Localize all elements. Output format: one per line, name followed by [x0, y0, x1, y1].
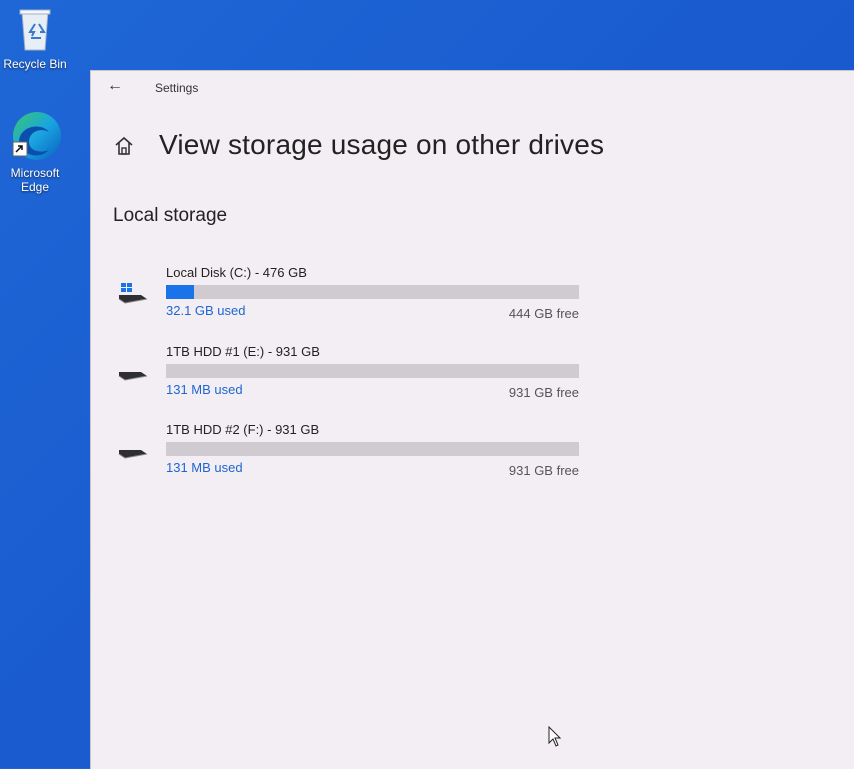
used-space: 32.1 GB used	[166, 303, 246, 318]
back-arrow-icon[interactable]: ←	[107, 77, 123, 95]
used-space: 131 MB used	[166, 382, 243, 397]
edge-label: Microsoft Edge	[10, 166, 60, 194]
hard-drive-icon	[117, 440, 149, 469]
free-space: 931 GB free	[508, 463, 579, 478]
recycle-bin-icon	[0, 4, 74, 55]
desktop-icon-edge[interactable]: Microsoft Edge	[0, 108, 74, 194]
recycle-bin-label: Recycle Bin	[3, 57, 67, 71]
window-title: Settings	[155, 81, 199, 95]
drive-name: Local Disk (C:) - 476 GB	[166, 265, 307, 280]
drive-item-c[interactable]: Local Disk (C:) - 476 GB 32.1 GB used 44…	[113, 265, 583, 329]
drive-item-e[interactable]: 1TB HDD #1 (E:) - 931 GB 131 MB used 931…	[113, 344, 583, 408]
usage-bar	[166, 442, 579, 456]
section-title-local-storage: Local storage	[113, 205, 228, 226]
usage-bar	[166, 285, 579, 299]
drive-name: 1TB HDD #1 (E:) - 931 GB	[166, 344, 320, 359]
usage-bar	[166, 364, 579, 378]
edge-icon	[7, 108, 63, 164]
drive-item-f[interactable]: 1TB HDD #2 (F:) - 931 GB 131 MB used 931…	[113, 422, 583, 486]
drive-name: 1TB HDD #2 (F:) - 931 GB	[166, 422, 320, 437]
mouse-pointer-icon	[548, 725, 562, 753]
free-space: 931 GB free	[508, 385, 579, 400]
used-space: 131 MB used	[166, 460, 243, 475]
hard-drive-icon	[117, 362, 149, 391]
home-icon[interactable]	[113, 135, 135, 162]
usage-bar-fill	[166, 285, 194, 299]
title-bar: ← Settings	[91, 71, 854, 105]
desktop-icon-recycle-bin[interactable]: Recycle Bin	[0, 4, 74, 71]
free-space: 444 GB free	[508, 306, 579, 321]
windows-drive-icon	[117, 283, 149, 312]
settings-window: ← Settings View storage usage on other d…	[90, 70, 854, 769]
page-title: View storage usage on other drives	[159, 129, 605, 160]
